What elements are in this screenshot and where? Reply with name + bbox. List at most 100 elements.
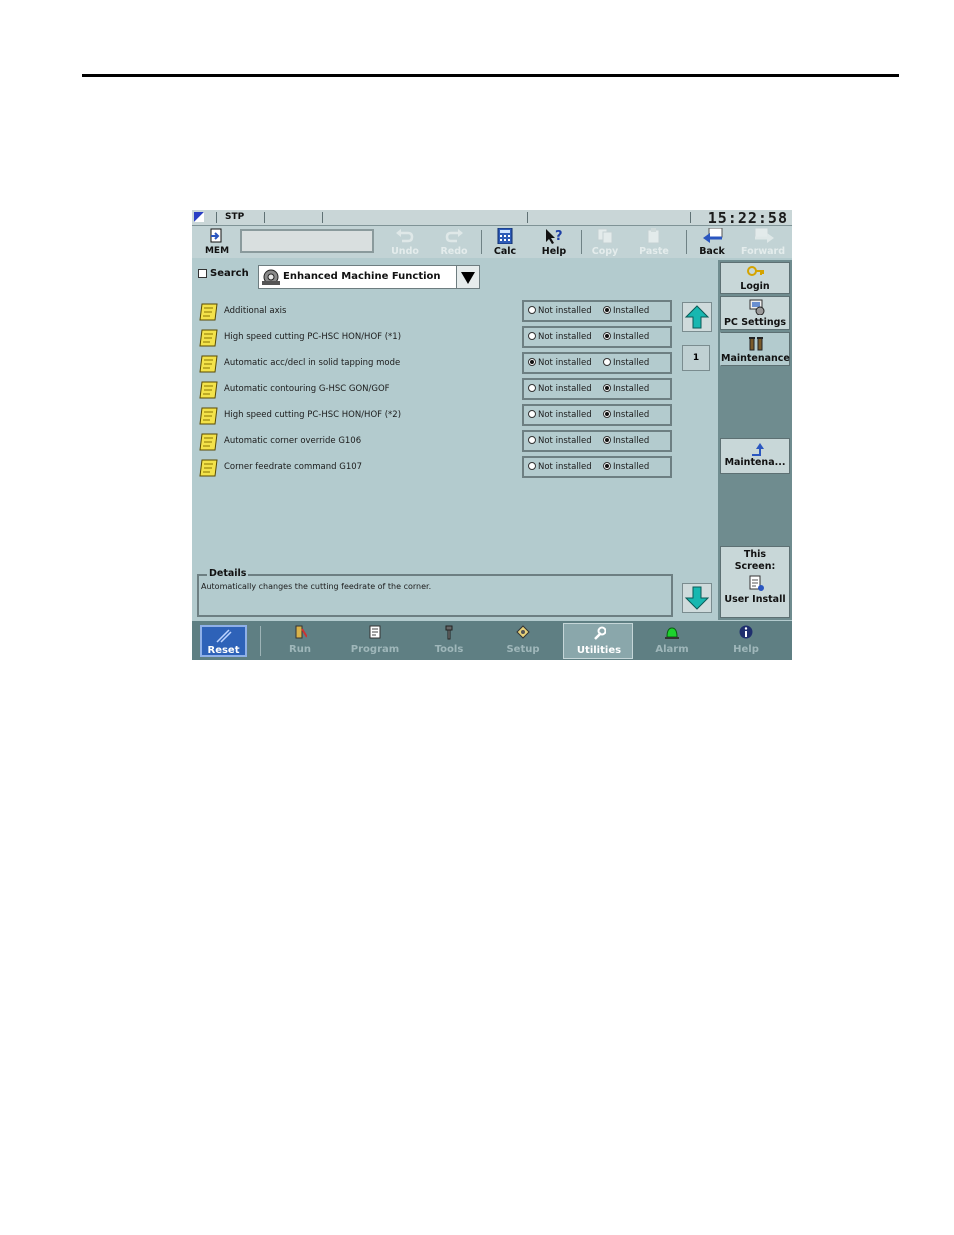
nav-label: Alarm (655, 644, 689, 655)
page-number: 1 (682, 345, 710, 371)
status-flag-icon (194, 212, 204, 222)
nav-tools[interactable]: Tools (414, 623, 484, 659)
nav-label: Setup (506, 644, 540, 655)
not-installed-radio[interactable]: Not installed (528, 383, 592, 394)
search-checkbox[interactable]: Search (198, 268, 249, 279)
installed-radio[interactable]: Installed (603, 331, 649, 342)
redo-button[interactable]: Redo (431, 227, 477, 257)
arrow-up-icon (684, 305, 710, 329)
not-installed-radio[interactable]: Not installed (528, 435, 592, 446)
pc-settings-icon (749, 299, 765, 315)
installed-radio[interactable]: Installed (603, 357, 649, 368)
svg-text:?: ? (555, 229, 563, 244)
radio-dot[interactable] (528, 383, 536, 392)
radio-dot[interactable] (603, 331, 611, 340)
status-separator (264, 212, 265, 223)
note-icon (199, 303, 218, 321)
pc-settings-button[interactable]: PC Settings (720, 296, 790, 330)
clock: 15:22:58 (707, 210, 788, 227)
nav-program[interactable]: Program (340, 623, 410, 659)
forward-button[interactable]: Forward (740, 227, 786, 257)
back-button[interactable]: Back (689, 227, 735, 257)
mem-indicator[interactable]: MEM (202, 228, 232, 256)
install-radio-group: Not installed Installed (522, 456, 672, 478)
installed-radio[interactable]: Installed (603, 435, 649, 446)
toolbar-separator (686, 230, 687, 254)
mem-icon (210, 228, 222, 243)
toolbar: MEM Undo Redo Calc ? Help Copy Paste Bac… (192, 226, 792, 258)
radio-dot[interactable] (528, 435, 536, 444)
login-button[interactable]: Login (720, 262, 790, 294)
paste-button[interactable]: Paste (631, 227, 677, 257)
page-down-button[interactable] (682, 583, 712, 613)
undo-button[interactable]: Undo (382, 227, 428, 257)
calc-button[interactable]: Calc (482, 227, 528, 257)
copy-button[interactable]: Copy (582, 227, 628, 257)
option-label: High speed cutting PC-HSC HON/HOF (*2) (224, 410, 402, 420)
nav-help[interactable]: Help (711, 623, 781, 659)
option-label: Corner feedrate command G107 (224, 462, 363, 472)
not-installed-radio[interactable]: Not installed (528, 305, 592, 316)
radio-dot[interactable] (528, 409, 536, 418)
radio-dot[interactable] (603, 409, 611, 418)
radio-dot[interactable] (528, 461, 536, 470)
radio-dot[interactable] (603, 435, 611, 444)
install-radio-group: Not installed Installed (522, 430, 672, 452)
not-installed-radio[interactable]: Not installed (528, 331, 592, 342)
nav-run[interactable]: Run (265, 623, 335, 659)
maintena-button[interactable]: Maintena... (720, 438, 790, 474)
search-checkbox-box[interactable] (198, 268, 207, 278)
user-install-button[interactable]: This Screen: User Install (720, 546, 790, 618)
forward-arrow-icon (754, 228, 774, 243)
bottom-nav-bar: Reset Run Program Tools Setup Utilities Alarm… (192, 621, 792, 660)
alarm-lamp-icon (665, 627, 679, 639)
help-button[interactable]: ? Help (531, 227, 577, 257)
installed-radio[interactable]: Installed (603, 305, 649, 316)
category-dropdown[interactable]: Enhanced Machine Function (258, 265, 480, 289)
not-installed-radio[interactable]: Not installed (528, 409, 592, 420)
status-separator (322, 212, 323, 223)
details-text: Automatically changes the cutting feedra… (201, 582, 432, 591)
mode-status: STP (225, 212, 245, 222)
help-pointer-icon: ? (546, 229, 563, 244)
reset-button[interactable]: Reset (200, 625, 247, 657)
option-row: Automatic corner override G106 Not instal… (196, 430, 676, 453)
radio-dot[interactable] (528, 305, 536, 314)
option-row: Additional axis Not installed Installed (196, 300, 676, 323)
status-separator (690, 212, 691, 223)
maintenance-tab[interactable]: Maintenance (720, 332, 790, 366)
category-selected: Enhanced Machine Function (283, 271, 441, 282)
nav-setup[interactable]: Setup (488, 623, 558, 659)
page-up-button[interactable] (682, 302, 712, 332)
option-label: Additional axis (224, 306, 287, 316)
redo-icon (445, 229, 463, 243)
not-installed-radio[interactable]: Not installed (528, 357, 592, 368)
nav-label: Utilities (576, 645, 622, 656)
option-label: High speed cutting PC-HSC HON/HOF (*1) (224, 332, 402, 342)
installed-radio[interactable]: Installed (603, 461, 649, 472)
radio-dot[interactable] (603, 305, 611, 314)
option-label: Automatic corner override G106 (224, 436, 362, 446)
radio-dot[interactable] (603, 461, 611, 470)
radio-dot[interactable] (603, 357, 611, 366)
radio-dot[interactable] (528, 331, 536, 340)
not-installed-radio[interactable]: Not installed (528, 461, 592, 472)
dropdown-arrow-icon[interactable] (456, 266, 479, 288)
option-row: High speed cutting PC-HSC HON/HOF (*2) No… (196, 404, 676, 427)
install-radio-group: Not installed Installed (522, 326, 672, 348)
option-label: Automatic contouring G-HSC GON/GOF (224, 384, 390, 394)
nav-alarm[interactable]: Alarm (637, 623, 707, 659)
cnc-screen: STP 15:22:58 MEM Undo Redo Calc ? Help C… (192, 210, 792, 660)
radio-dot[interactable] (528, 357, 536, 366)
install-radio-group: Not installed Installed (522, 300, 672, 322)
installed-radio[interactable]: Installed (603, 409, 649, 420)
installed-radio[interactable]: Installed (603, 383, 649, 394)
note-icon (199, 407, 218, 425)
nav-label: Help (733, 644, 759, 655)
arrow-down-icon (684, 586, 710, 610)
install-radio-group: Not installed Installed (522, 352, 672, 374)
nav-utilities[interactable]: Utilities (563, 623, 633, 659)
key-icon (747, 266, 764, 276)
note-icon (199, 381, 218, 399)
radio-dot[interactable] (603, 383, 611, 392)
